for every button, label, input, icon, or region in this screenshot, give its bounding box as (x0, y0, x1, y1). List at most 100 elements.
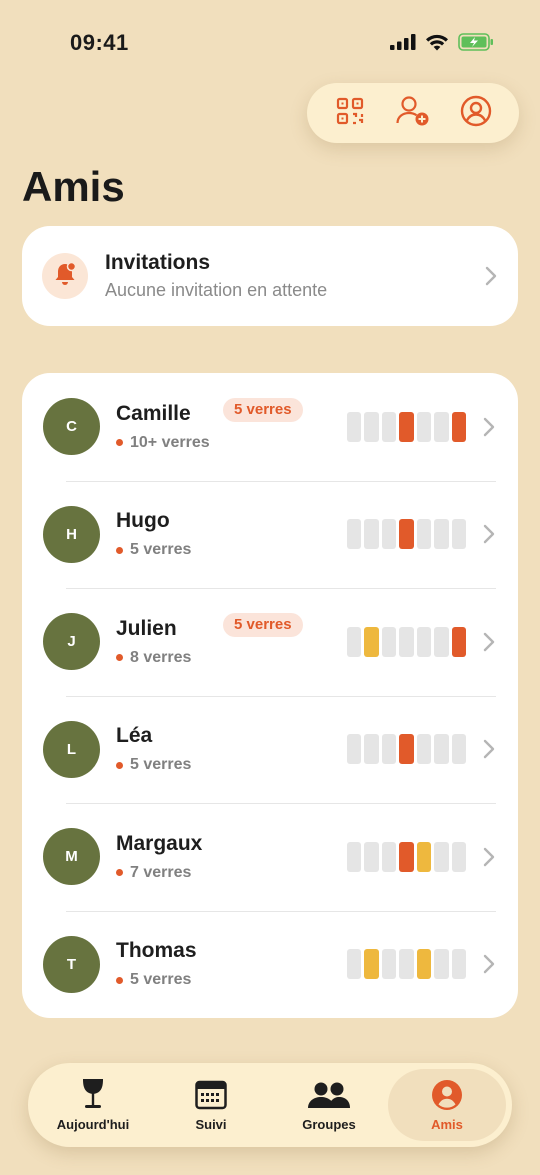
week-bars (346, 519, 466, 550)
week-day-bar (381, 949, 396, 980)
week-day-bar (346, 626, 361, 657)
friends-list: C Camille 5 verres 10+ verres H Hugo 5 v… (22, 373, 518, 1018)
week-day-bar (451, 734, 466, 765)
wine-glass-icon (80, 1078, 106, 1112)
week-day-bar (381, 734, 396, 765)
chevron-right-icon (482, 739, 496, 759)
week-day-bar (346, 519, 361, 550)
week-day-bar (399, 626, 414, 657)
friend-count: 5 verres (130, 756, 192, 774)
status-dot (116, 546, 123, 554)
week-day-bar (416, 841, 431, 872)
avatar: H (43, 505, 100, 563)
invitations-subtitle: Aucune invitation en attente (105, 280, 328, 300)
week-day-bar (416, 734, 431, 765)
tab-friends[interactable]: Amis (388, 1069, 506, 1141)
friend-row[interactable]: C Camille 5 verres 10+ verres (22, 373, 518, 481)
chevron-right-icon (484, 266, 498, 286)
chevron-right-icon (482, 632, 496, 652)
add-friend-icon (396, 95, 430, 132)
status-icons (390, 33, 494, 56)
tab-groups[interactable]: Groupes (270, 1069, 388, 1141)
week-day-bar (399, 734, 414, 765)
bell-icon (52, 261, 78, 292)
week-day-bar (399, 949, 414, 980)
group-icon (307, 1078, 351, 1112)
chevron-right-icon (482, 847, 496, 867)
week-day-bar (346, 949, 361, 980)
chevron-right-icon (482, 524, 496, 544)
week-day-bar (451, 411, 466, 442)
invitations-icon-wrap (42, 253, 88, 299)
friend-count: 5 verres (130, 971, 192, 989)
avatar: L (43, 720, 100, 778)
top-actions (307, 83, 519, 143)
week-day-bar (346, 411, 361, 442)
week-day-bar (381, 411, 396, 442)
week-day-bar (364, 626, 379, 657)
week-day-bar (364, 734, 379, 765)
week-day-bar (381, 841, 396, 872)
week-day-bar (399, 519, 414, 550)
tab-label-today: Aujourd'hui (56, 1117, 130, 1132)
week-day-bar (451, 626, 466, 657)
tab-label-tracking: Suivi (195, 1117, 227, 1132)
tab-tracking[interactable]: Suivi (152, 1069, 270, 1141)
week-bars (346, 411, 466, 442)
avatar: T (43, 935, 100, 993)
week-day-bar (434, 949, 449, 980)
week-day-bar (434, 734, 449, 765)
week-day-bar (451, 841, 466, 872)
friend-row[interactable]: H Hugo 5 verres (22, 480, 518, 589)
week-bars (346, 949, 466, 980)
week-day-bar (434, 841, 449, 872)
invitations-title: Invitations (105, 251, 211, 274)
qr-code-button[interactable] (332, 95, 368, 131)
friend-row[interactable]: L Léa 5 verres (22, 695, 518, 804)
invitations-card[interactable]: Invitations Aucune invitation en attente (22, 226, 518, 326)
status-time: 09:41 (70, 30, 129, 55)
week-day-bar (399, 841, 414, 872)
week-day-bar (434, 411, 449, 442)
week-day-bar (364, 519, 379, 550)
week-day-bar (416, 626, 431, 657)
qr-code-icon (336, 97, 364, 130)
week-day-bar (416, 949, 431, 980)
friend-count: 10+ verres (130, 433, 210, 451)
week-day-bar (451, 519, 466, 550)
friend-name: Thomas (116, 939, 197, 963)
friend-row[interactable]: J Julien 5 verres 8 verres (22, 588, 518, 696)
week-day-bar (364, 949, 379, 980)
friend-row[interactable]: M Margaux 7 verres (22, 803, 518, 911)
avatar: C (43, 398, 100, 456)
tab-label-friends: Amis (431, 1117, 463, 1132)
wifi-icon (425, 34, 449, 56)
status-dot (116, 439, 123, 447)
signal-icon (390, 34, 416, 55)
week-day-bar (364, 841, 379, 872)
week-day-bar (381, 626, 396, 657)
add-friend-button[interactable] (395, 95, 431, 131)
friend-name: Hugo (116, 509, 170, 533)
profile-icon (431, 1078, 463, 1112)
week-day-bar (346, 841, 361, 872)
week-day-bar (416, 519, 431, 550)
avatar: J (43, 613, 100, 671)
week-day-bar (434, 519, 449, 550)
profile-button[interactable] (458, 95, 494, 131)
status-dot (116, 761, 123, 769)
week-day-bar (346, 734, 361, 765)
calendar-icon (195, 1078, 227, 1112)
tab-today[interactable]: Aujourd'hui (34, 1069, 152, 1141)
status-badge: 5 verres (223, 397, 303, 422)
status-bar: 09:41 (0, 0, 540, 88)
friend-name: Margaux (116, 831, 203, 855)
week-day-bar (364, 411, 379, 442)
week-bars (346, 841, 466, 872)
chevron-right-icon (482, 954, 496, 974)
page-title: Amis (22, 163, 125, 210)
friend-row[interactable]: T Thomas 5 verres (22, 910, 518, 1019)
week-day-bar (399, 411, 414, 442)
friend-count: 5 verres (130, 541, 192, 559)
tab-label-groups: Groupes (302, 1117, 356, 1132)
